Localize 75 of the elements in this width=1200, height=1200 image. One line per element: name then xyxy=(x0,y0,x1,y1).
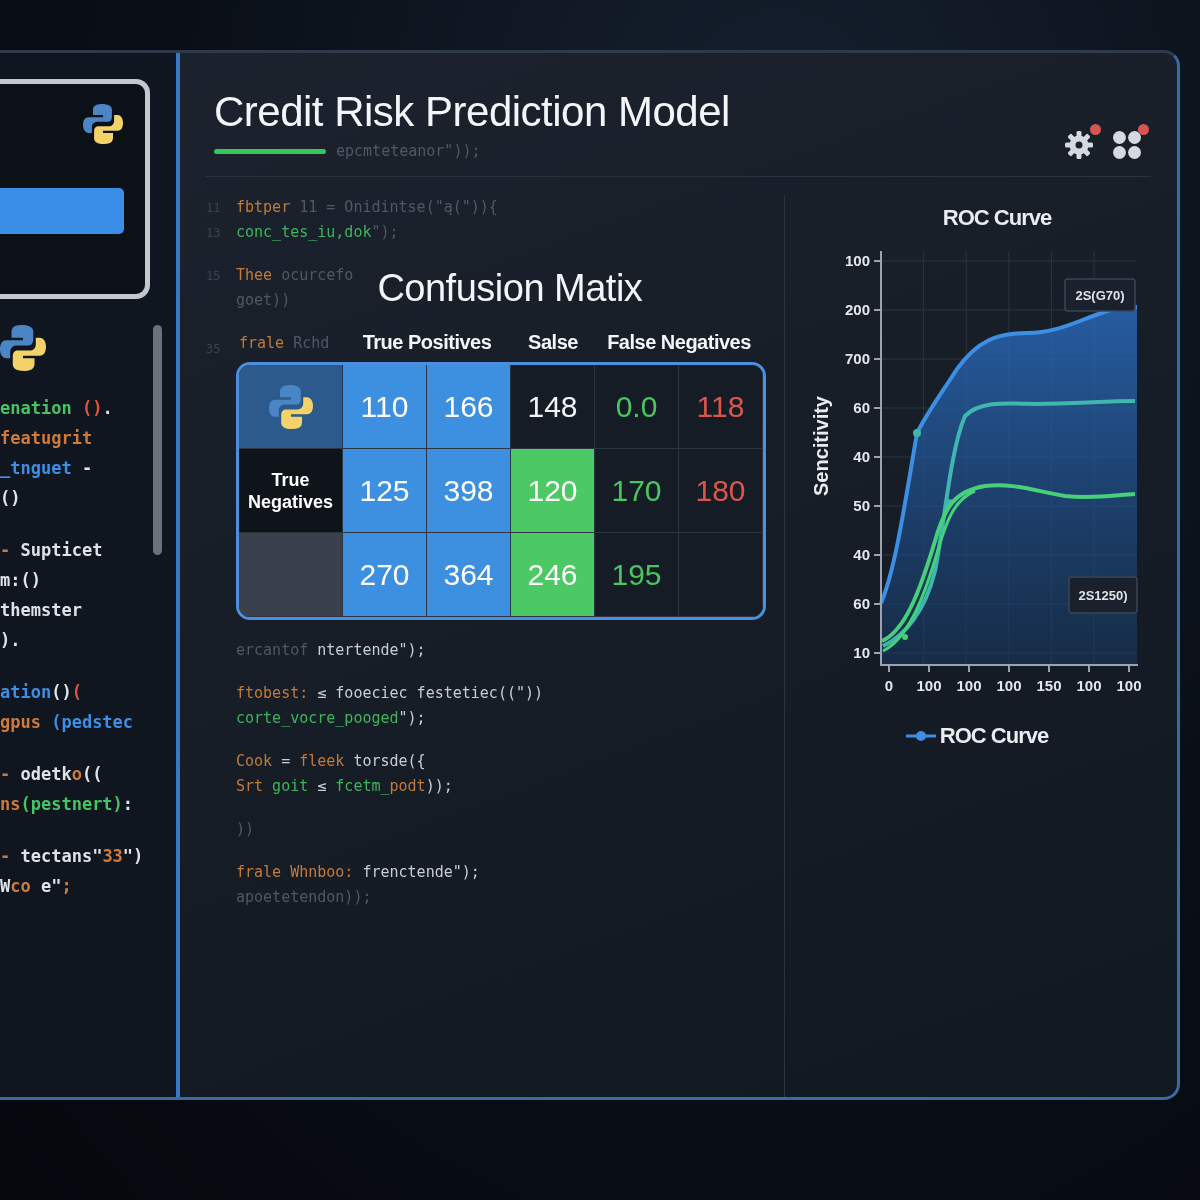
code-line: goet)) xyxy=(236,290,291,311)
code-line: _tnguet - xyxy=(0,457,94,480)
matrix-cell: 120 xyxy=(511,449,595,533)
code-line: featugrit xyxy=(0,427,94,450)
y-tick-label: 50 xyxy=(852,497,870,514)
code-line: )) xyxy=(236,819,255,840)
row-header: True Negatives xyxy=(239,449,343,533)
code-line: Cook = fleek torsde({ xyxy=(236,751,426,772)
matrix-cell: 118 xyxy=(679,365,763,449)
code-line: conc_tes_iu,dok"); xyxy=(236,222,399,243)
y-tick-label: 60 xyxy=(852,399,870,416)
matrix-cell: 0.0 xyxy=(595,365,679,449)
code-line: - odetko(( xyxy=(0,763,104,786)
code-line: ns(pestnert): xyxy=(0,793,135,816)
code-line: fbtper 11 = Onidintse("ą(")){ xyxy=(236,197,498,218)
column-header: Salse xyxy=(528,331,578,355)
matrix-cell: 110 xyxy=(343,365,427,449)
logo-icon xyxy=(83,104,123,144)
x-tick-label: 100 xyxy=(1076,677,1101,694)
y-tick-label: 10 xyxy=(852,644,870,661)
matrix-cell: 166 xyxy=(427,365,511,449)
code-line: m:() xyxy=(0,569,42,592)
annotation-tag: 2S1250) xyxy=(1067,576,1138,614)
y-tick-label: 100 xyxy=(844,252,870,269)
chart-title: ROC Curve xyxy=(942,205,1052,231)
y-tick-label: 700 xyxy=(844,350,870,367)
legend-label: ROC Curve xyxy=(939,723,1049,749)
section-heading: Confusion Matix xyxy=(377,266,643,310)
matrix-cell: 246 xyxy=(511,533,595,617)
x-tick-label: 100 xyxy=(996,677,1021,694)
matrix-cell: 125 xyxy=(343,449,427,533)
code-line: gpus (pedstec xyxy=(0,711,135,734)
code-line: Srt goit ≤ fcetm_podt)); xyxy=(236,776,453,797)
code-line: ftobest: ≤ fooeciec festetiec((")) xyxy=(236,683,544,704)
matrix-cell: 364 xyxy=(427,533,511,617)
app-title: Credit Risk Prediction Model xyxy=(214,87,730,137)
x-tick-label: 100 xyxy=(956,677,981,694)
column-header: True Positives xyxy=(362,331,492,355)
matrix-cell: 195 xyxy=(595,533,679,617)
legend-line-icon xyxy=(905,730,936,742)
code-line: Thee ocurcefo xyxy=(236,265,354,286)
y-tick-label: 200 xyxy=(844,301,870,318)
code-line: enation (). xyxy=(0,397,114,420)
code-line: Wco e"; xyxy=(0,875,73,898)
x-tick-label: 150 xyxy=(1036,677,1061,694)
scrollbar-thumb[interactable] xyxy=(153,325,162,555)
y-tick-label: 40 xyxy=(852,546,870,563)
matrix-cell: 180 xyxy=(679,449,763,533)
matrix-cell: 170 xyxy=(595,449,679,533)
gear-icon[interactable] xyxy=(1065,131,1093,159)
grid-icon[interactable] xyxy=(1113,131,1141,159)
code-line: ). xyxy=(0,629,22,652)
code-line: frale Rchd xyxy=(239,333,331,354)
x-tick-label: 0 xyxy=(884,677,893,694)
code-line: - Supticet xyxy=(0,539,104,562)
column-header: False Negatives xyxy=(607,331,751,355)
x-tick-label: 100 xyxy=(916,677,941,694)
code-line: ercantof ntertende"); xyxy=(236,640,426,661)
code-line: ation()( xyxy=(0,681,83,704)
logo-icon xyxy=(0,325,46,371)
code-line: apoetetendon)); xyxy=(236,887,372,908)
logo-icon xyxy=(268,384,313,429)
code-line: epcmteteanor")); xyxy=(336,141,481,162)
code-line: corte_vocre_pooged"); xyxy=(236,708,426,729)
code-line: () xyxy=(0,487,22,510)
x-tick-label: 100 xyxy=(1116,677,1141,694)
code-line: themster xyxy=(0,599,83,622)
matrix-cell: 270 xyxy=(343,533,427,617)
axis-label: Sencitivity xyxy=(809,395,833,496)
matrix-cell: 398 xyxy=(427,449,511,533)
code-line: - tectans"33") xyxy=(0,845,145,868)
code-line: frale Whnboo: frenctende"); xyxy=(236,862,480,883)
annotation-tag: 2S(G70) xyxy=(1063,278,1136,312)
y-tick-label: 60 xyxy=(852,595,870,612)
y-tick-label: 40 xyxy=(852,448,870,465)
